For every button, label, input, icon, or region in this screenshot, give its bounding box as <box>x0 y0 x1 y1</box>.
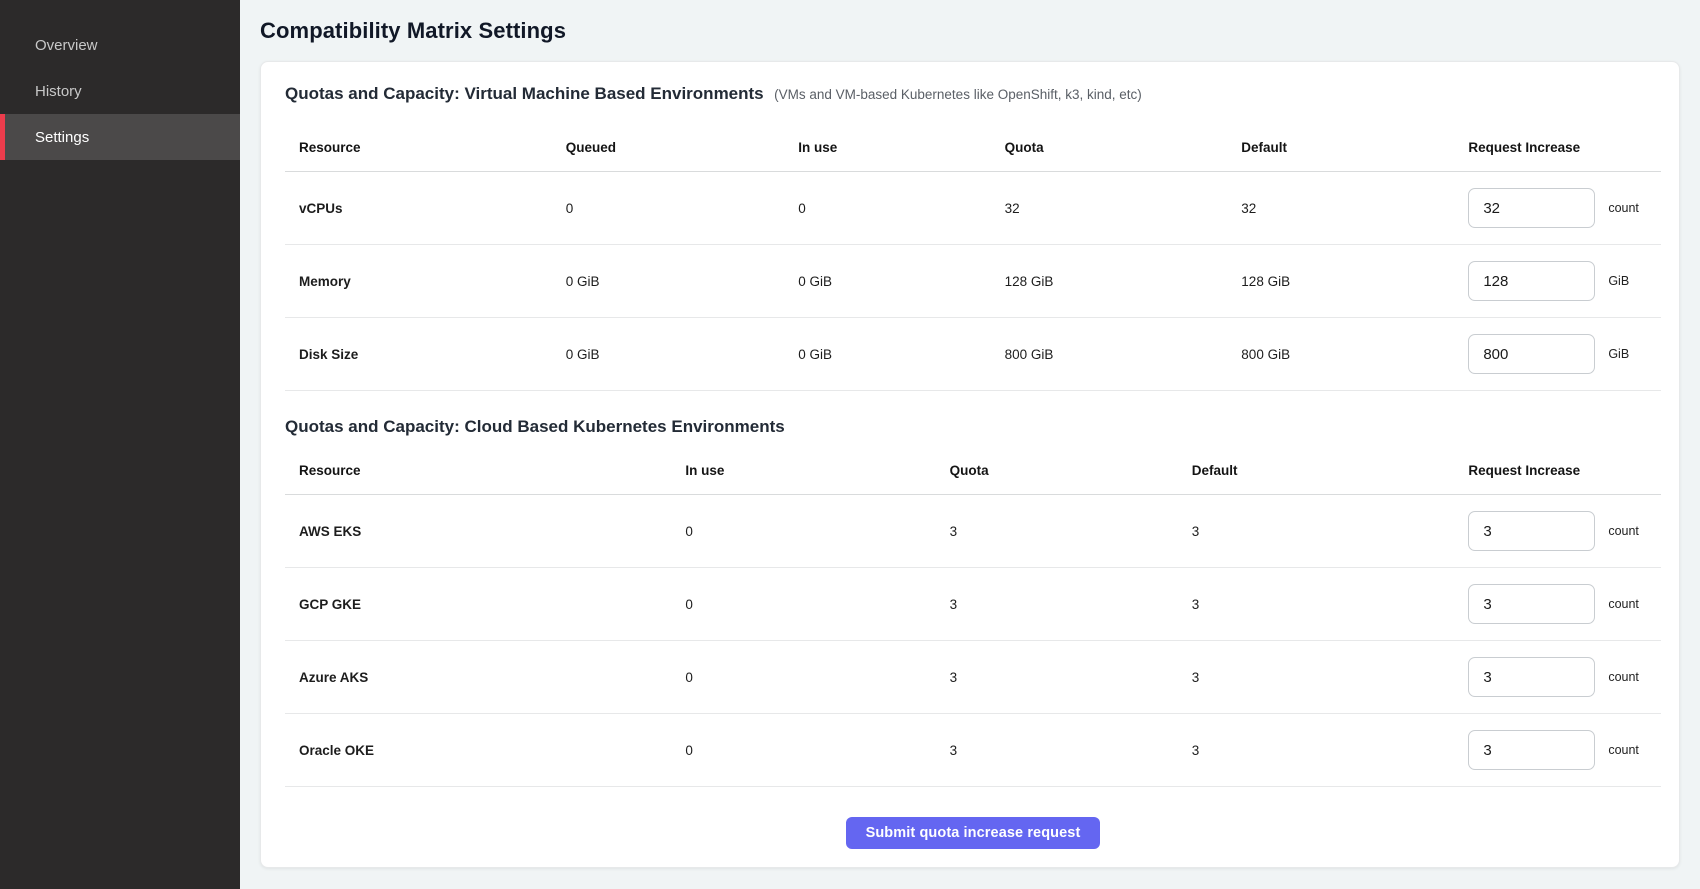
request-increase-cell: count <box>1468 511 1661 551</box>
sidebar-item-overview[interactable]: Overview <box>0 22 240 68</box>
quota-value: 3 <box>950 524 1192 539</box>
request-increase-cell: GiB <box>1468 334 1661 374</box>
unit-label: count <box>1608 670 1639 684</box>
quota-value: 3 <box>950 597 1192 612</box>
column-header-resource: Resource <box>285 463 685 478</box>
column-header-in-use: In use <box>798 140 1004 155</box>
default-value: 3 <box>1192 597 1469 612</box>
button-row: Submit quota increase request <box>285 817 1661 849</box>
oracle-oke-request-increase-input[interactable] <box>1468 730 1595 770</box>
vm-table-header-row: Resource Queued In use Quota Default Req… <box>285 106 1661 172</box>
resource-name: GCP GKE <box>285 597 685 612</box>
cloud-table-header-row: Resource In use Quota Default Request In… <box>285 439 1661 495</box>
in-use-value: 0 <box>685 670 949 685</box>
unit-label: count <box>1608 524 1639 538</box>
table-row-disk-size: Disk Size 0 GiB 0 GiB 800 GiB 800 GiB Gi… <box>285 318 1661 391</box>
default-value: 128 GiB <box>1241 274 1468 289</box>
in-use-value: 0 GiB <box>798 347 1004 362</box>
sidebar-item-history[interactable]: History <box>0 68 240 114</box>
sidebar-item-label: Overview <box>35 37 98 54</box>
column-header-quota: Quota <box>950 463 1192 478</box>
column-header-request-increase: Request Increase <box>1468 463 1661 478</box>
column-header-default: Default <box>1192 463 1469 478</box>
request-increase-cell: GiB <box>1468 261 1661 301</box>
request-increase-cell: count <box>1468 657 1661 697</box>
in-use-value: 0 <box>685 524 949 539</box>
vm-quota-table: Resource Queued In use Quota Default Req… <box>285 106 1661 391</box>
default-value: 32 <box>1241 201 1468 216</box>
disk-size-request-increase-input[interactable] <box>1468 334 1595 374</box>
cloud-section-header: Quotas and Capacity: Cloud Based Kuberne… <box>285 415 1661 439</box>
request-increase-cell: count <box>1468 730 1661 770</box>
unit-label: GiB <box>1608 274 1629 288</box>
quota-value: 128 GiB <box>1005 274 1242 289</box>
in-use-value: 0 <box>685 743 949 758</box>
resource-name: AWS EKS <box>285 524 685 539</box>
request-increase-cell: count <box>1468 188 1661 228</box>
resource-name: Disk Size <box>285 347 566 362</box>
column-header-request-increase: Request Increase <box>1468 140 1661 155</box>
in-use-value: 0 <box>685 597 949 612</box>
settings-card: Quotas and Capacity: Virtual Machine Bas… <box>260 61 1680 868</box>
quota-value: 3 <box>950 670 1192 685</box>
in-use-value: 0 GiB <box>798 274 1004 289</box>
unit-label: count <box>1608 743 1639 757</box>
cloud-quota-table: Resource In use Quota Default Request In… <box>285 439 1661 787</box>
unit-label: GiB <box>1608 347 1629 361</box>
resource-name: vCPUs <box>285 201 566 216</box>
main-content: Compatibility Matrix Settings Quotas and… <box>240 0 1700 889</box>
column-header-default: Default <box>1241 140 1468 155</box>
page-title: Compatibility Matrix Settings <box>260 18 1700 44</box>
table-row-gcp-gke: GCP GKE 0 3 3 count <box>285 568 1661 641</box>
in-use-value: 0 <box>798 201 1004 216</box>
vcpus-request-increase-input[interactable] <box>1468 188 1595 228</box>
table-row-memory: Memory 0 GiB 0 GiB 128 GiB 128 GiB GiB <box>285 245 1661 318</box>
quota-value: 3 <box>950 743 1192 758</box>
table-row-vcpus: vCPUs 0 0 32 32 count <box>285 172 1661 245</box>
column-header-in-use: In use <box>685 463 949 478</box>
quota-value: 800 GiB <box>1005 347 1242 362</box>
sidebar-item-label: Settings <box>35 129 89 146</box>
resource-name: Azure AKS <box>285 670 685 685</box>
column-header-queued: Queued <box>566 140 799 155</box>
azure-aks-request-increase-input[interactable] <box>1468 657 1595 697</box>
column-header-quota: Quota <box>1005 140 1242 155</box>
vm-section-heading: Quotas and Capacity: Virtual Machine Bas… <box>285 84 764 103</box>
column-header-resource: Resource <box>285 140 566 155</box>
gcp-gke-request-increase-input[interactable] <box>1468 584 1595 624</box>
queued-value: 0 <box>566 201 799 216</box>
resource-name: Oracle OKE <box>285 743 685 758</box>
sidebar-item-label: History <box>35 83 82 100</box>
quota-value: 32 <box>1005 201 1242 216</box>
sidebar-item-settings[interactable]: Settings <box>0 114 240 160</box>
default-value: 3 <box>1192 743 1469 758</box>
request-increase-cell: count <box>1468 584 1661 624</box>
default-value: 3 <box>1192 670 1469 685</box>
default-value: 3 <box>1192 524 1469 539</box>
table-row-oracle-oke: Oracle OKE 0 3 3 count <box>285 714 1661 787</box>
unit-label: count <box>1608 597 1639 611</box>
sidebar: Overview History Settings <box>0 0 240 889</box>
cloud-section-heading: Quotas and Capacity: Cloud Based Kuberne… <box>285 417 785 436</box>
table-row-azure-aks: Azure AKS 0 3 3 count <box>285 641 1661 714</box>
aws-eks-request-increase-input[interactable] <box>1468 511 1595 551</box>
default-value: 800 GiB <box>1241 347 1468 362</box>
resource-name: Memory <box>285 274 566 289</box>
queued-value: 0 GiB <box>566 274 799 289</box>
vm-section-note: (VMs and VM-based Kubernetes like OpenSh… <box>774 87 1142 102</box>
unit-label: count <box>1608 201 1639 215</box>
memory-request-increase-input[interactable] <box>1468 261 1595 301</box>
vm-section-header: Quotas and Capacity: Virtual Machine Bas… <box>285 82 1661 106</box>
table-row-aws-eks: AWS EKS 0 3 3 count <box>285 495 1661 568</box>
queued-value: 0 GiB <box>566 347 799 362</box>
submit-quota-increase-button[interactable]: Submit quota increase request <box>846 817 1101 849</box>
